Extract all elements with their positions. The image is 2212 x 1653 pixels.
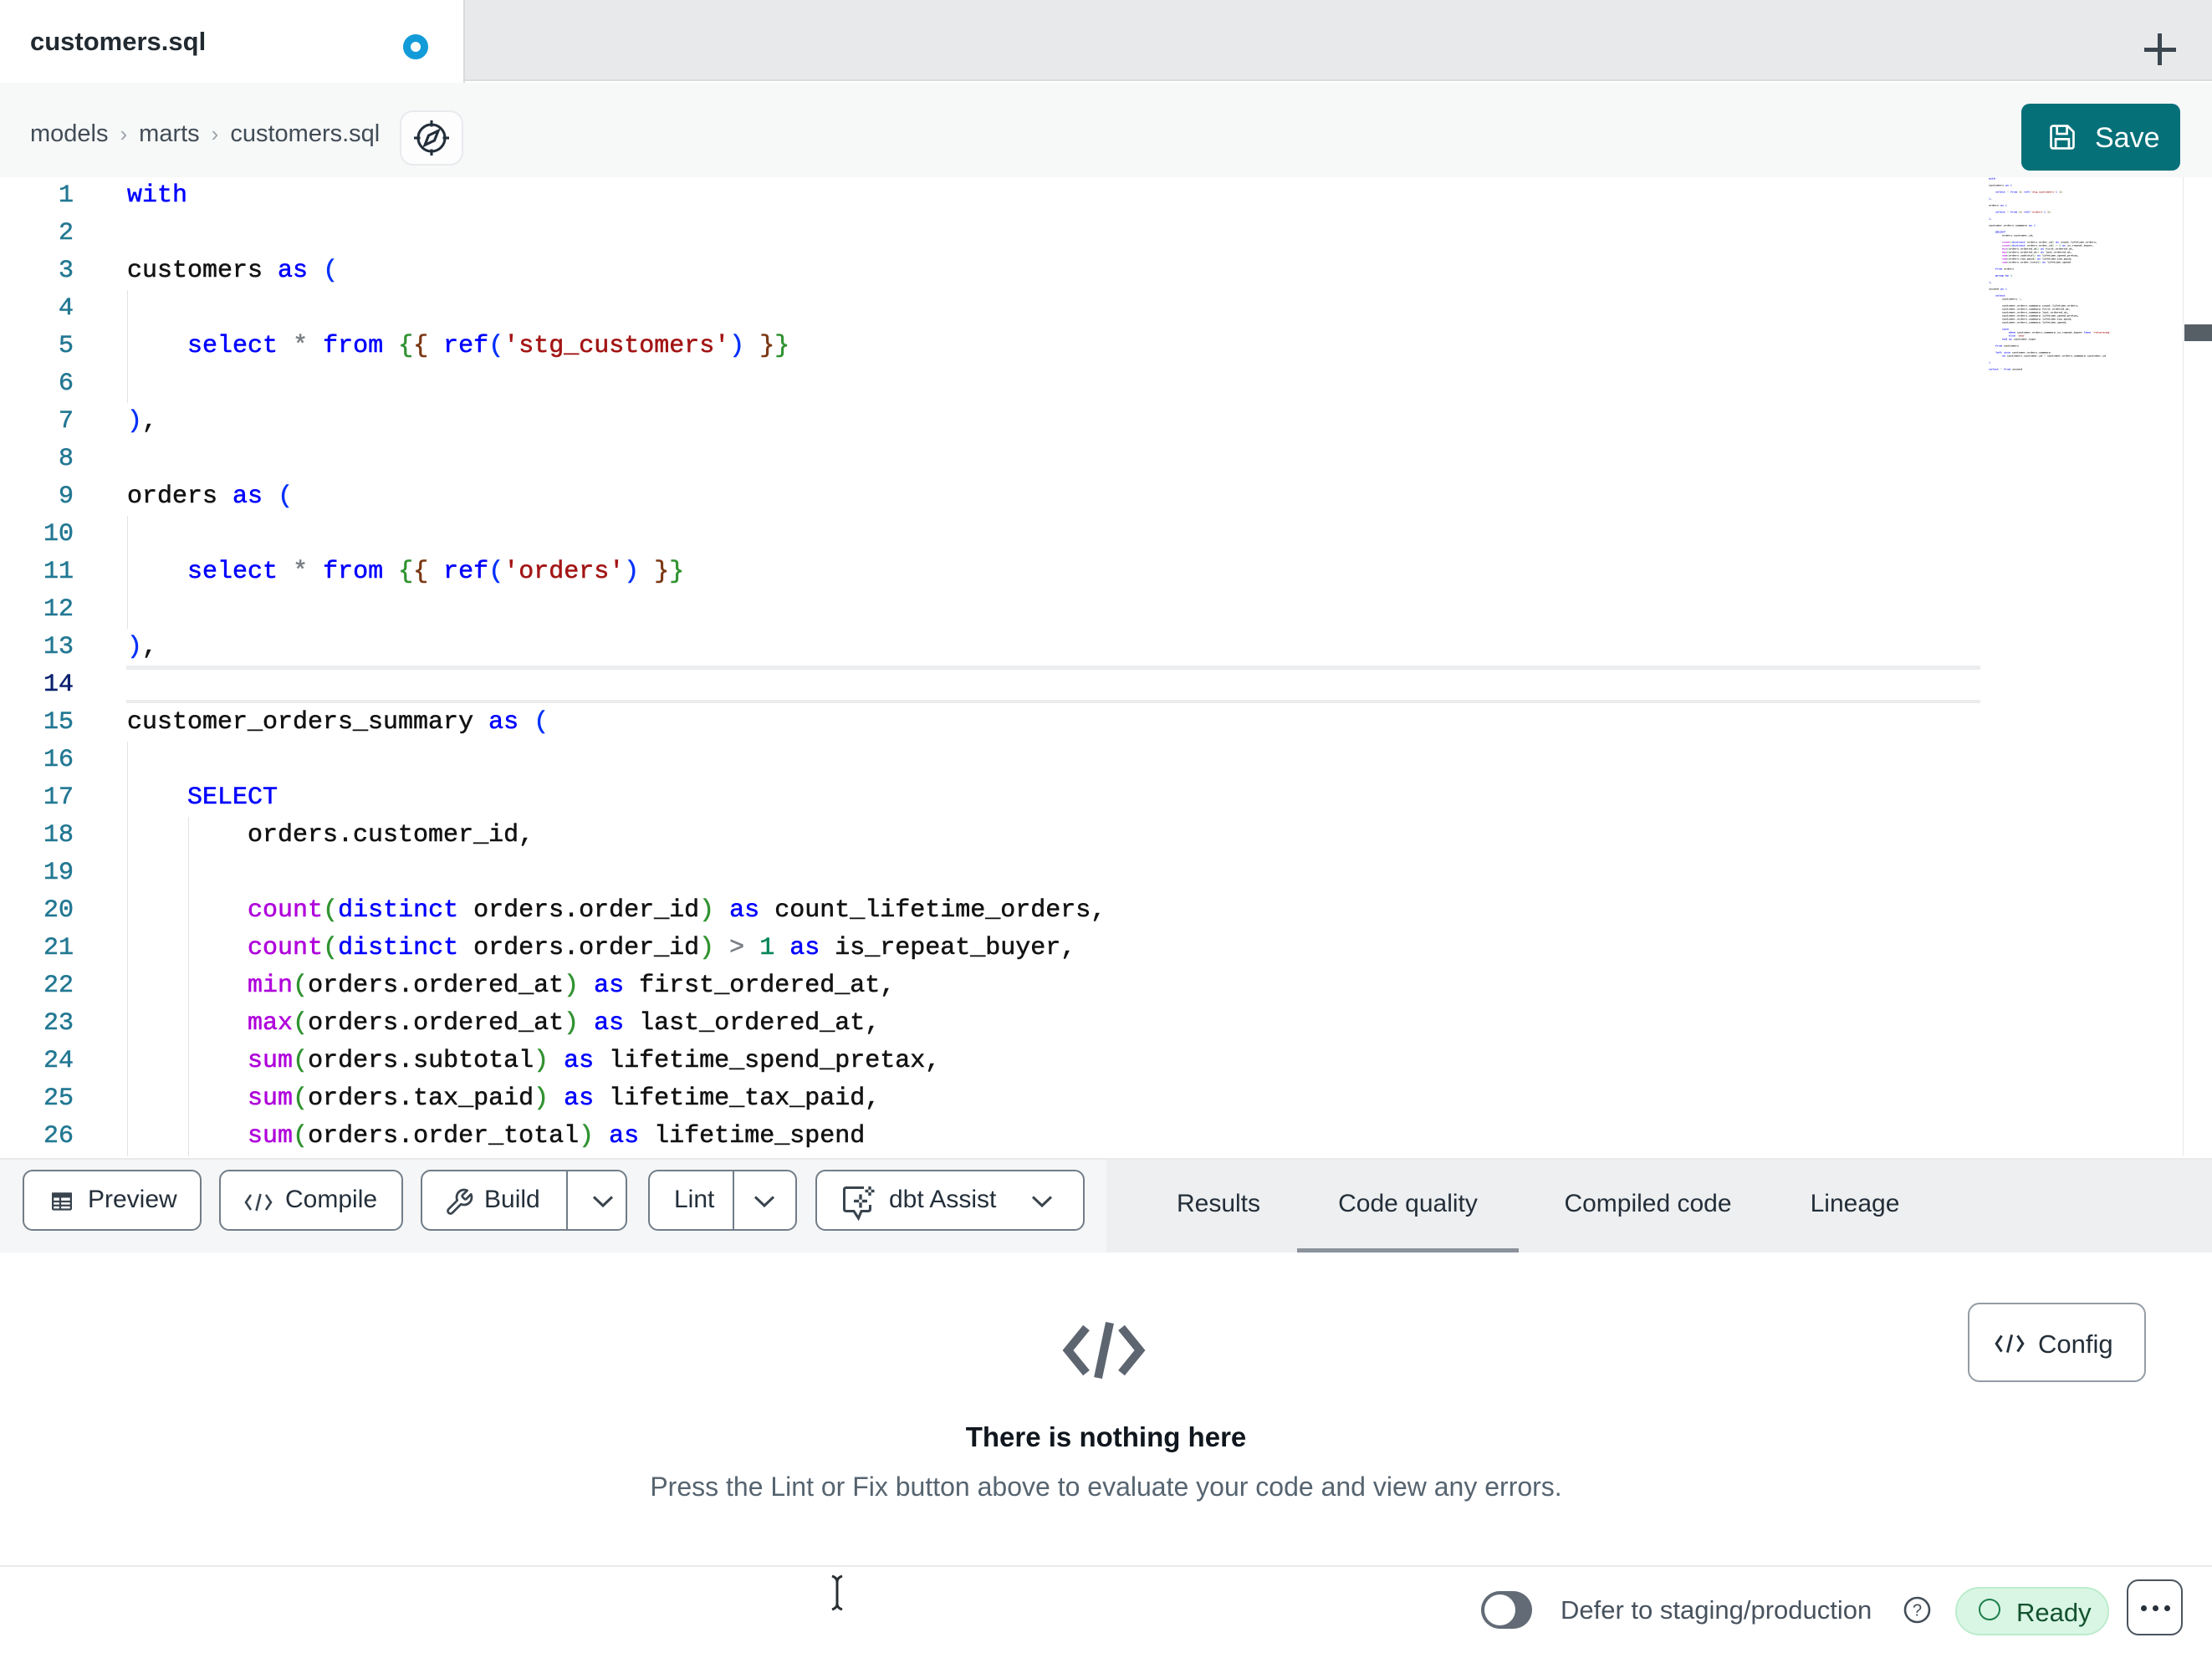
svg-text:?: ? [1913,1602,1922,1620]
